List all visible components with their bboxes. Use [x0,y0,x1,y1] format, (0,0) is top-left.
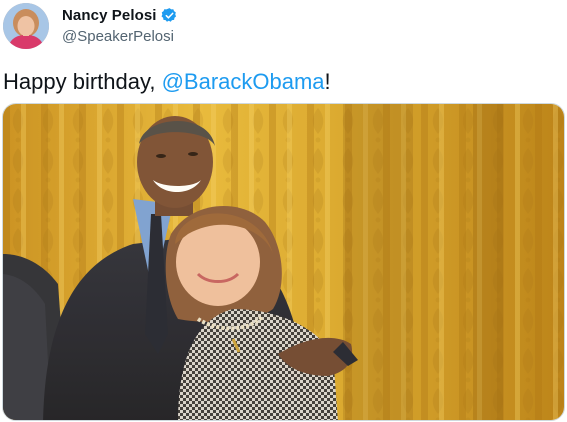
tweet: Nancy Pelosi @SpeakerPelosi Happy birthd… [0,0,567,422]
author-avatar[interactable] [3,3,49,49]
author-display-name[interactable]: Nancy Pelosi [62,7,157,24]
photo-icon [3,104,564,420]
avatar-icon [3,3,49,49]
tweet-photo[interactable] [2,103,565,421]
verified-badge-icon [161,7,178,24]
tweet-text-after: ! [324,69,331,94]
author-handle[interactable]: @SpeakerPelosi [62,28,174,45]
author-name-row: Nancy Pelosi [62,7,178,24]
tweet-text-before: Happy birthday, [3,69,162,94]
mention-link[interactable]: @BarackObama [162,69,325,94]
tweet-text: Happy birthday, @BarackObama! [3,68,331,96]
